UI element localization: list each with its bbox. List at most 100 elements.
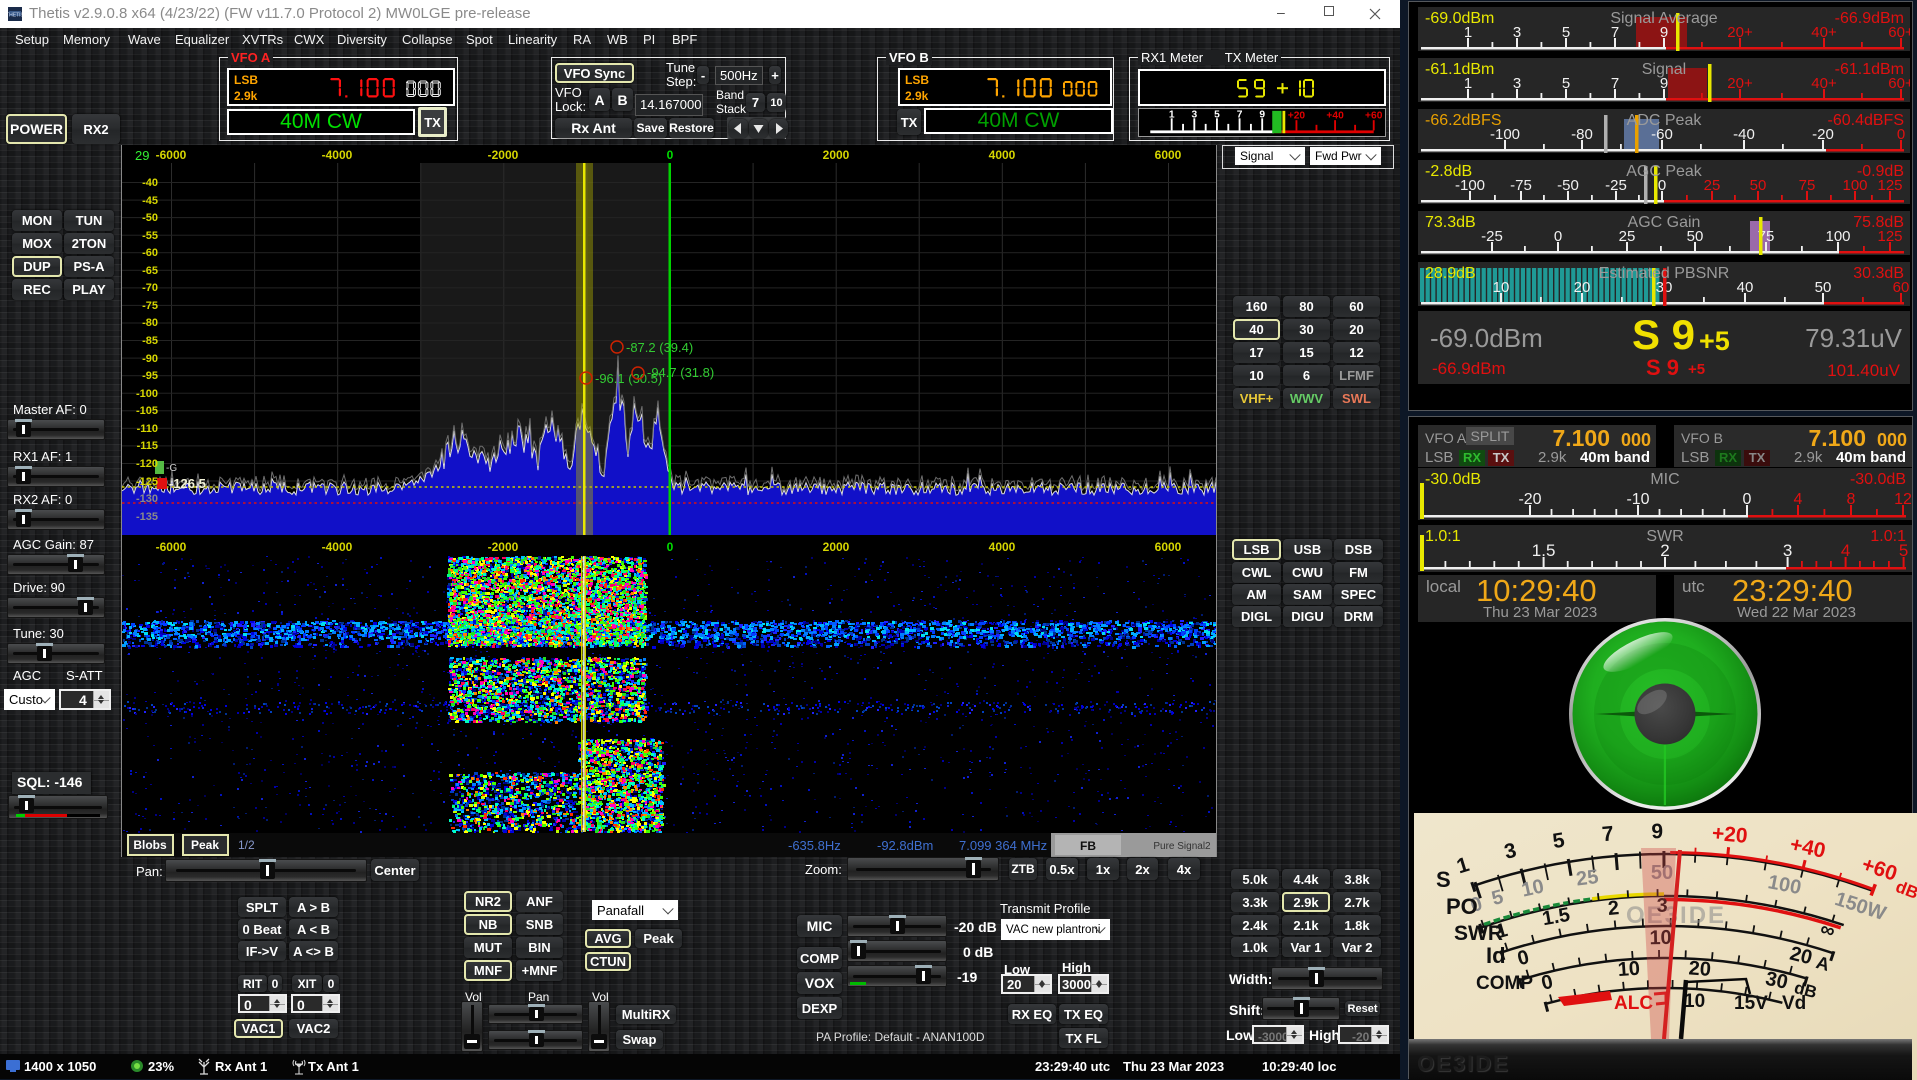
svg-text:2000: 2000 [823,540,850,554]
svg-text:10: 10 [1520,875,1546,901]
svg-text:-50: -50 [1557,177,1579,194]
svg-text:-40: -40 [1733,126,1755,143]
svg-text:+20: +20 [1711,822,1748,848]
svg-text:20+: 20+ [1727,75,1753,92]
svg-text:40: 40 [1737,279,1754,296]
svg-text:THETIS: THETIS [8,13,22,19]
svg-text:Id: Id [1486,943,1506,968]
svg-text:0: 0 [667,540,674,554]
svg-text:-50: -50 [142,212,158,224]
svg-text:1: 1 [1169,109,1175,120]
svg-text:-635.8Hz: -635.8Hz [788,838,841,853]
svg-text:5: 5 [1214,109,1220,120]
svg-text:7: 7 [1611,75,1619,92]
svg-text:-10: -10 [1626,491,1649,508]
svg-text:40+: 40+ [1811,24,1837,41]
svg-text:20+: 20+ [1727,24,1753,41]
svg-text:Peak: Peak [191,838,219,852]
svg-text:12: 12 [1894,491,1912,508]
svg-text:0: 0 [1743,491,1752,508]
svg-text:-80: -80 [1571,126,1593,143]
svg-text:-90: -90 [142,353,158,365]
svg-text:-4000: -4000 [322,540,353,554]
svg-text:-G: -G [166,463,177,474]
svg-text:-55: -55 [142,230,158,242]
svg-text:-95: -95 [142,370,158,382]
svg-text:9: 9 [1259,109,1265,120]
svg-text:-4000: -4000 [322,148,353,162]
svg-text:0: 0 [667,148,674,162]
svg-text:-85: -85 [142,335,158,347]
svg-text:20: 20 [1688,957,1712,980]
svg-text:-40: -40 [142,177,158,189]
svg-text:3: 3 [1513,75,1521,92]
svg-text:ALC: ALC [1614,993,1653,1014]
svg-text:-130: -130 [136,493,158,505]
svg-text:COMP: COMP [1476,973,1533,994]
svg-text:PO: PO [1446,894,1478,919]
svg-text:10: 10 [1493,279,1510,296]
svg-text:25: 25 [1704,177,1721,194]
svg-text:6000: 6000 [1155,148,1182,162]
svg-text:-45: -45 [142,195,158,207]
svg-text:4: 4 [1794,491,1803,508]
svg-text:4000: 4000 [989,540,1016,554]
svg-text:1/2: 1/2 [238,838,255,852]
svg-text:15V: 15V [1734,993,1768,1014]
svg-text:-125: -125 [136,476,158,488]
svg-text:Pure Signal2: Pure Signal2 [1153,841,1211,852]
svg-text:+40: +40 [1326,110,1344,121]
svg-text:-115: -115 [137,440,158,452]
svg-text:5: 5 [1562,24,1570,41]
svg-text:-25: -25 [1605,177,1627,194]
svg-text:3: 3 [1783,541,1792,560]
svg-text:+20: +20 [1288,110,1306,121]
svg-text:3: 3 [1513,24,1521,41]
svg-text:4000: 4000 [989,148,1016,162]
svg-text:20: 20 [1574,279,1591,296]
svg-text:-110: -110 [137,423,158,435]
svg-text:-2000: -2000 [488,540,519,554]
svg-text:Blobs: Blobs [133,838,167,852]
svg-text:25: 25 [1575,866,1600,891]
svg-text:2000: 2000 [823,148,850,162]
svg-text:29: 29 [135,148,149,163]
svg-text:7: 7 [1237,109,1243,120]
svg-text:-2000: -2000 [488,148,519,162]
svg-text:10: 10 [1684,991,1705,1012]
svg-text:6000: 6000 [1155,540,1182,554]
svg-text:2: 2 [1607,897,1620,920]
svg-text:-25: -25 [1481,228,1503,245]
svg-text:100: 100 [1825,228,1850,245]
svg-text:-75: -75 [1510,177,1532,194]
svg-text:0: 0 [1554,228,1562,245]
svg-text:S: S [1436,867,1451,892]
svg-text:-20: -20 [1518,491,1541,508]
svg-text:-75: -75 [142,300,158,312]
svg-text:7.099 364 MHz: 7.099 364 MHz [959,838,1047,853]
svg-text:-100: -100 [136,388,158,400]
svg-text:40+: 40+ [1811,75,1837,92]
svg-text:SWR: SWR [1454,922,1503,945]
svg-text:FB: FB [1080,839,1096,853]
svg-text:5: 5 [1562,75,1570,92]
svg-text:-65: -65 [142,265,158,277]
svg-text:-87.2 (39.4): -87.2 (39.4) [626,340,693,355]
svg-text:-60: -60 [142,247,158,259]
svg-text:+60: +60 [1365,110,1383,121]
svg-text:8: 8 [1847,491,1856,508]
svg-text:4: 4 [1841,541,1850,560]
svg-text:9: 9 [1651,820,1663,843]
svg-text:-135: -135 [136,511,158,523]
svg-text:30: 30 [1763,968,1789,994]
svg-text:3: 3 [1191,109,1197,120]
svg-text:50: 50 [1815,279,1832,296]
svg-text:-6000: -6000 [156,148,187,162]
svg-text:7: 7 [1601,822,1615,846]
svg-text:-80: -80 [142,317,158,329]
svg-text:-6000: -6000 [156,540,187,554]
svg-text:50: 50 [1750,177,1767,194]
svg-text:-92.8dBm: -92.8dBm [877,838,933,853]
svg-text:-126.5: -126.5 [169,476,206,491]
svg-text:75: 75 [1799,177,1816,194]
